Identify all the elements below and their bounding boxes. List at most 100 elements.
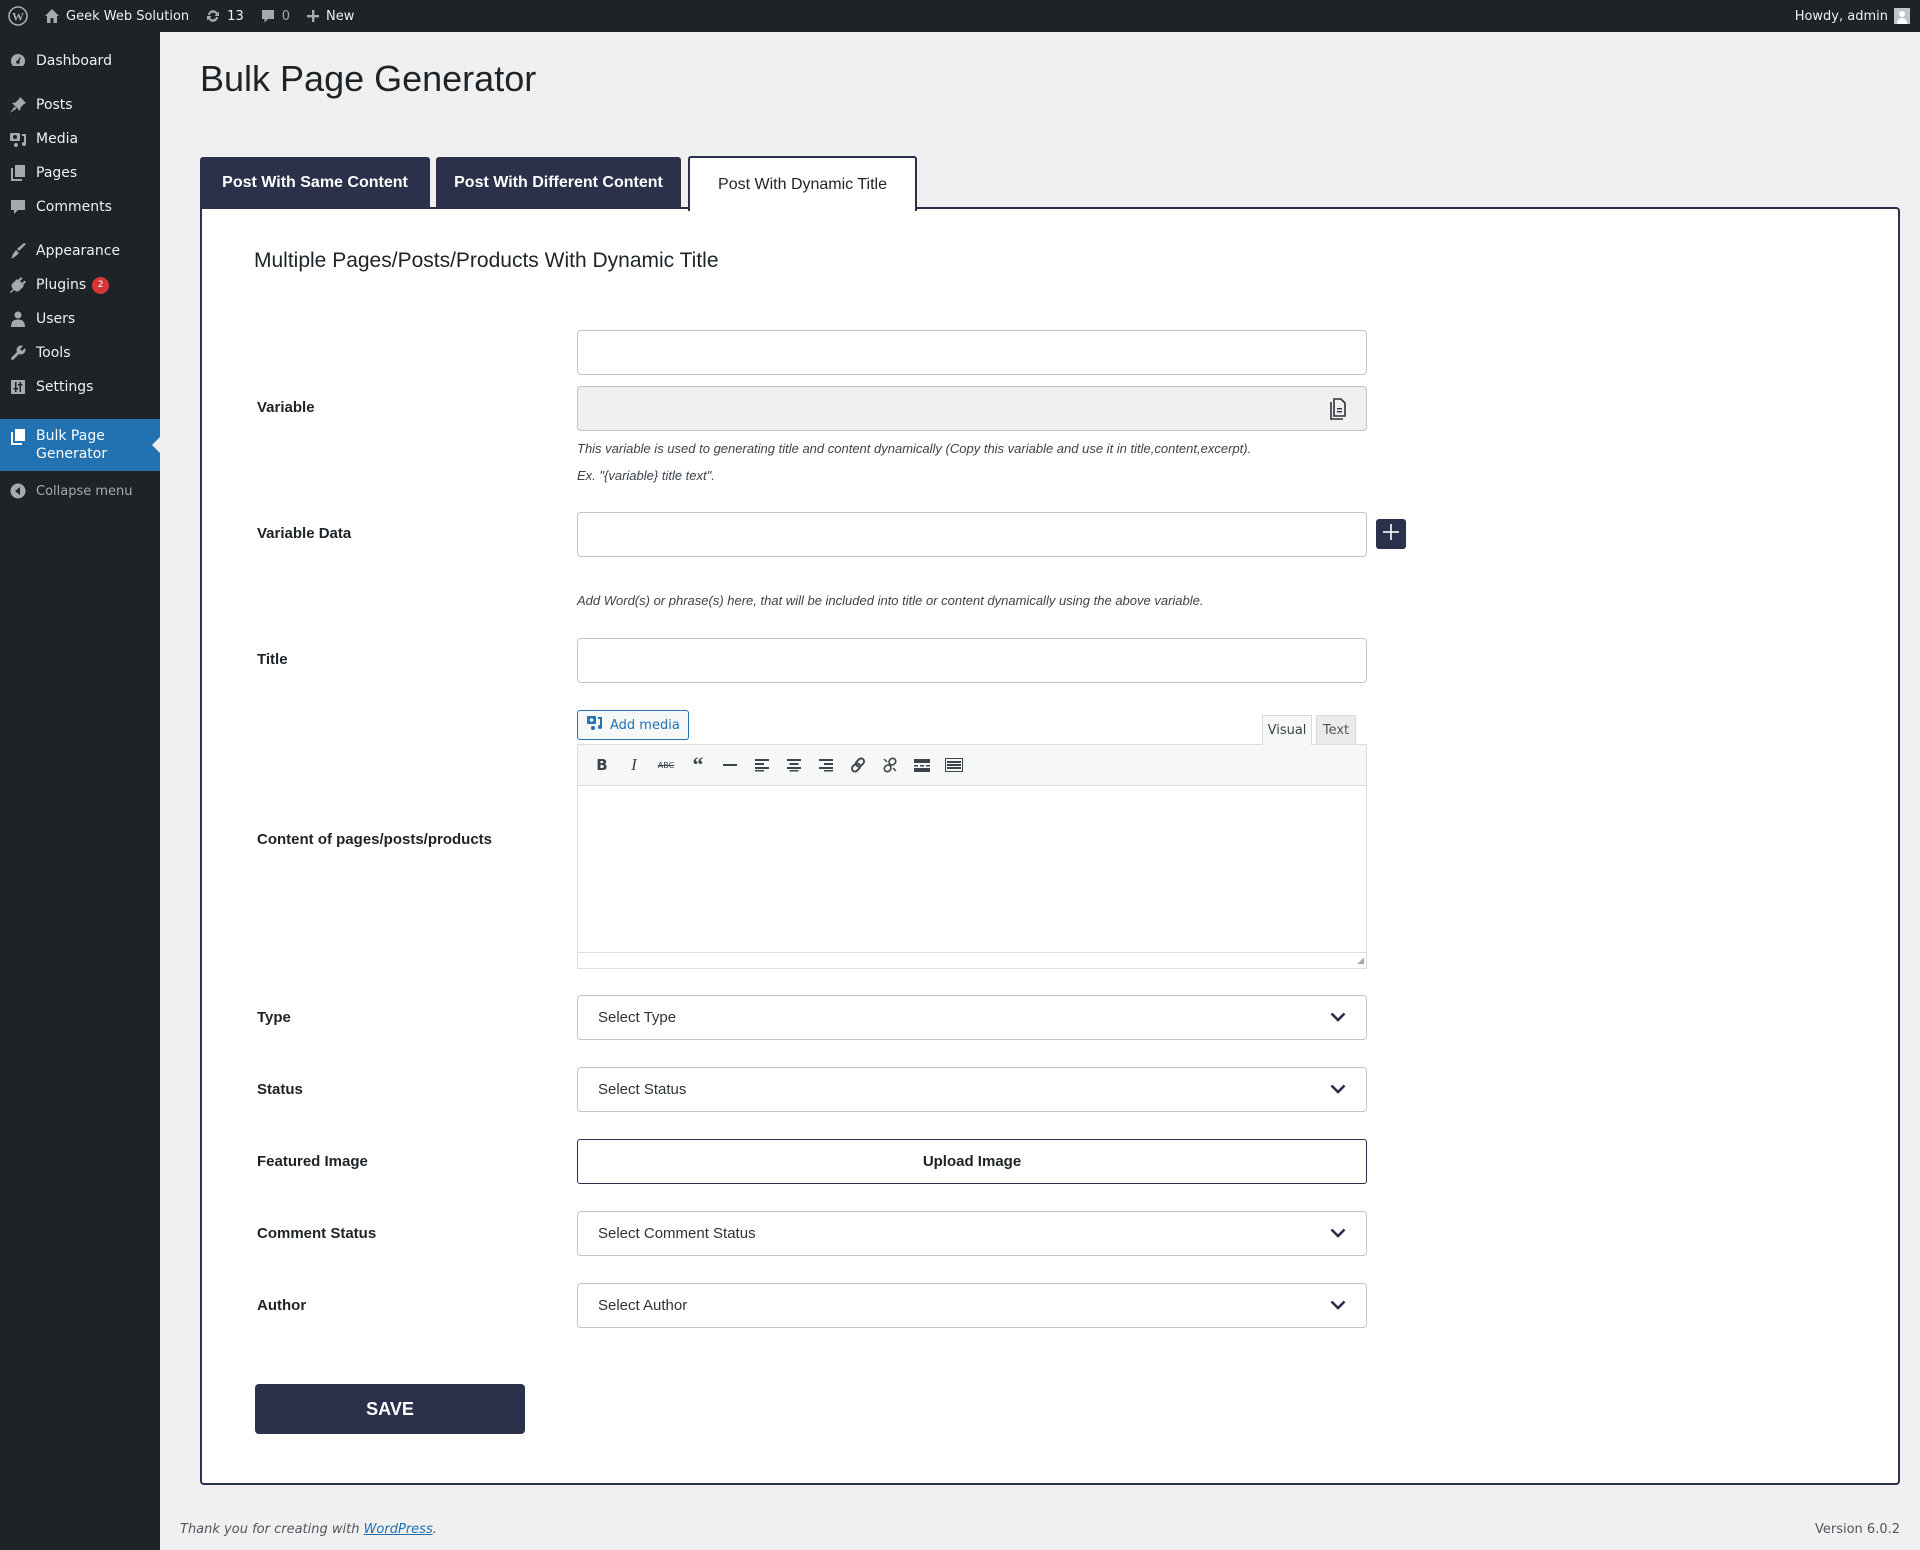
user-icon bbox=[0, 310, 36, 328]
variable-generated-field[interactable] bbox=[577, 386, 1367, 431]
sidebar-item-users[interactable]: Users bbox=[0, 302, 160, 336]
collapse-icon bbox=[0, 483, 36, 499]
type-selected-value: Select Type bbox=[598, 1009, 677, 1026]
variable-data-label: Variable Data bbox=[257, 525, 352, 542]
comment-status-select[interactable]: Select Comment Status bbox=[577, 1211, 1367, 1256]
sidebar-item-bulk-page-generator[interactable]: Bulk Page Generator bbox=[0, 419, 160, 471]
upload-image-button[interactable]: Upload Image bbox=[577, 1139, 1367, 1184]
author-selected-value: Select Author bbox=[598, 1297, 688, 1314]
title-label: Title bbox=[257, 651, 288, 668]
sidebar-item-appearance[interactable]: Appearance bbox=[0, 234, 160, 268]
sidebar-item-label: Comments bbox=[36, 199, 112, 215]
wp-logo-menu[interactable]: W bbox=[0, 0, 36, 32]
sidebar-item-settings[interactable]: Settings bbox=[0, 370, 160, 404]
editor-toolbar: B I ABC “ bbox=[578, 745, 1366, 786]
type-label: Type bbox=[257, 1009, 291, 1026]
new-content-link[interactable]: New bbox=[298, 0, 362, 32]
footer-thanks: Thank you for creating with WordPress. bbox=[180, 1522, 437, 1537]
author-select[interactable]: Select Author bbox=[577, 1283, 1367, 1328]
svg-text:W: W bbox=[12, 10, 24, 24]
bold-icon[interactable]: B bbox=[586, 750, 618, 780]
sidebar-item-dashboard[interactable]: Dashboard bbox=[0, 44, 160, 78]
home-icon bbox=[44, 8, 60, 24]
link-icon[interactable] bbox=[842, 750, 874, 780]
updates-link[interactable]: 13 bbox=[197, 0, 252, 32]
sidebar-item-label: Pages bbox=[36, 165, 78, 181]
add-variable-data-button[interactable] bbox=[1376, 519, 1406, 549]
variable-label: Variable bbox=[257, 399, 315, 416]
brush-icon bbox=[0, 242, 36, 260]
sidebar-item-comments[interactable]: Comments bbox=[0, 190, 160, 224]
settings-icon bbox=[0, 378, 36, 396]
resize-handle-icon[interactable]: ◢ bbox=[1357, 956, 1364, 966]
chevron-down-icon bbox=[1330, 1297, 1346, 1314]
strikethrough-icon[interactable]: ABC bbox=[650, 750, 682, 780]
pages-icon bbox=[0, 428, 36, 446]
wordpress-link[interactable]: WordPress bbox=[364, 1522, 433, 1537]
status-select[interactable]: Select Status bbox=[577, 1067, 1367, 1112]
editor-tab-visual[interactable]: Visual bbox=[1262, 715, 1312, 745]
variable-help-text: This variable is used to generating titl… bbox=[577, 441, 1252, 456]
variable-input[interactable] bbox=[577, 330, 1367, 375]
content-editor[interactable]: B I ABC “ ◢ bbox=[577, 744, 1367, 969]
sidebar-item-label: Dashboard bbox=[36, 53, 112, 69]
content-label: Content of pages/posts/products bbox=[257, 831, 493, 848]
sidebar-item-label: Posts bbox=[36, 97, 73, 113]
tab-post-with-different-content[interactable]: Post With Different Content bbox=[436, 157, 681, 209]
save-button[interactable]: SAVE bbox=[255, 1384, 525, 1434]
footer-thanks-suffix: . bbox=[432, 1522, 437, 1537]
updates-icon bbox=[205, 8, 221, 24]
blockquote-icon[interactable]: “ bbox=[682, 750, 714, 780]
comment-icon bbox=[0, 198, 36, 216]
sidebar-item-posts[interactable]: Posts bbox=[0, 88, 160, 122]
plugin-icon bbox=[0, 276, 36, 294]
sidebar-item-label: Media bbox=[36, 131, 79, 147]
greeting: Howdy, admin bbox=[1794, 8, 1888, 24]
unlink-icon[interactable] bbox=[874, 750, 906, 780]
admin-bar: W Geek Web Solution 13 0 New Howdy, admi… bbox=[0, 0, 1920, 32]
sidebar-item-plugins[interactable]: Plugins 2 bbox=[0, 268, 160, 302]
footer-version: Version 6.0.2 bbox=[1814, 1522, 1900, 1537]
tab-post-with-same-content[interactable]: Post With Same Content bbox=[200, 157, 430, 209]
read-more-icon[interactable] bbox=[906, 750, 938, 780]
align-right-icon[interactable] bbox=[810, 750, 842, 780]
copy-icon[interactable] bbox=[1328, 397, 1348, 425]
add-media-button[interactable]: Add media bbox=[577, 710, 689, 740]
status-label: Status bbox=[257, 1081, 303, 1098]
type-select[interactable]: Select Type bbox=[577, 995, 1367, 1040]
wrench-icon bbox=[0, 344, 36, 362]
media-icon bbox=[586, 715, 604, 735]
updates-count: 13 bbox=[227, 8, 244, 24]
site-name: Geek Web Solution bbox=[66, 8, 190, 24]
sidebar-item-label: Appearance bbox=[36, 243, 121, 259]
footer-thanks-prefix: Thank you for creating with bbox=[180, 1522, 364, 1537]
sidebar-item-tools[interactable]: Tools bbox=[0, 336, 160, 370]
horizontal-rule-icon[interactable] bbox=[714, 750, 746, 780]
sidebar-item-label: Tools bbox=[36, 345, 71, 361]
sidebar-item-pages[interactable]: Pages bbox=[0, 156, 160, 190]
pages-icon bbox=[0, 164, 36, 182]
comments-link[interactable]: 0 bbox=[252, 0, 298, 32]
plus-icon bbox=[1382, 523, 1400, 545]
toolbar-toggle-icon[interactable] bbox=[938, 750, 970, 780]
collapse-menu-button[interactable]: Collapse menu bbox=[0, 474, 160, 508]
variable-data-help-text: Add Word(s) or phrase(s) here, that will… bbox=[577, 593, 1204, 608]
chevron-down-icon bbox=[1330, 1225, 1346, 1242]
tab-post-with-dynamic-title[interactable]: Post With Dynamic Title bbox=[688, 156, 917, 211]
chevron-down-icon bbox=[1330, 1009, 1346, 1026]
align-center-icon[interactable] bbox=[778, 750, 810, 780]
editor-statusbar: ◢ bbox=[578, 952, 1366, 968]
title-input[interactable] bbox=[577, 638, 1367, 683]
variable-example-text: Ex. "{variable} title text". bbox=[577, 468, 715, 483]
media-icon bbox=[0, 130, 36, 148]
comment-status-label: Comment Status bbox=[257, 1225, 377, 1242]
site-name-link[interactable]: Geek Web Solution bbox=[36, 0, 197, 32]
editor-tab-text[interactable]: Text bbox=[1316, 715, 1356, 744]
sidebar-item-media[interactable]: Media bbox=[0, 122, 160, 156]
my-account-menu[interactable]: Howdy, admin bbox=[1795, 8, 1920, 24]
variable-data-input[interactable] bbox=[577, 512, 1367, 557]
italic-icon[interactable]: I bbox=[618, 750, 650, 780]
add-media-label: Add media bbox=[610, 717, 680, 733]
align-left-icon[interactable] bbox=[746, 750, 778, 780]
form-heading: Multiple Pages/Posts/Products With Dynam… bbox=[254, 249, 719, 272]
